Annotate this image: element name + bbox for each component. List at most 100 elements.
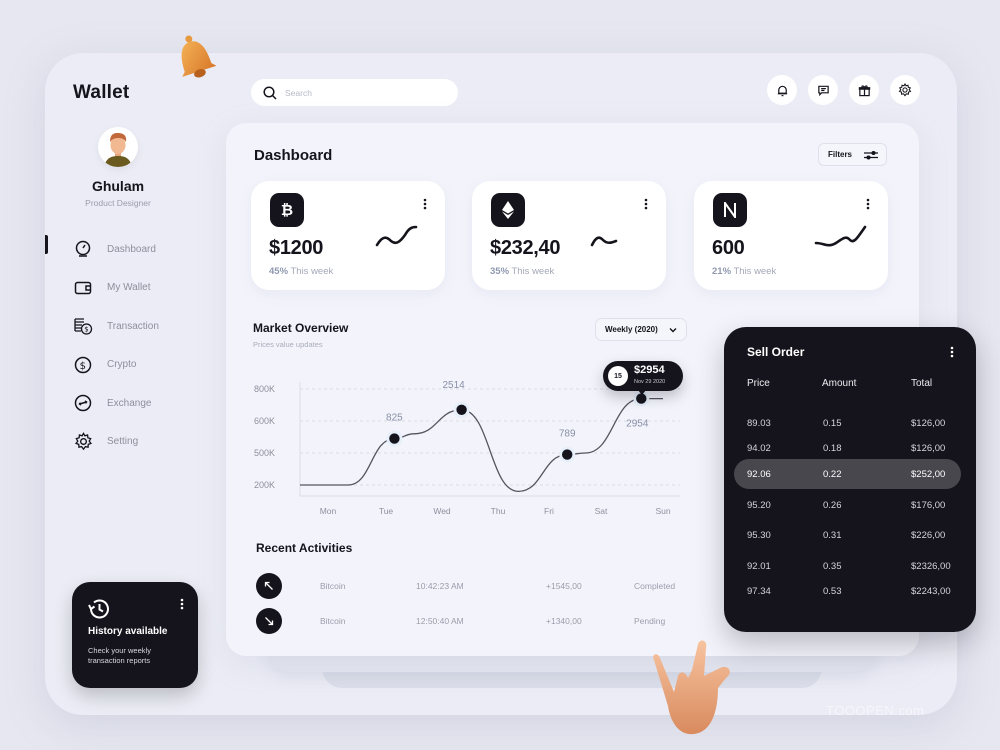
series-line [299, 397, 663, 493]
chevron-down-icon [669, 327, 677, 332]
coin-change: 45% This week [269, 266, 333, 277]
coin-change: 35% This week [490, 266, 554, 277]
sidebar-item-label: Transaction [107, 320, 159, 332]
x-tick-label: Fri [544, 506, 554, 516]
dollar-circle-icon: $ [73, 355, 93, 375]
tooltip-badge: 15 [608, 366, 628, 386]
messages-button[interactable] [808, 75, 838, 105]
activity-row[interactable]: Bitcoin 10:42:23 AM +1545,00 Completed [256, 573, 696, 599]
sidebar-item-dashboard[interactable]: Dashboard [45, 230, 230, 269]
sidebar-item-label: Dashboard [107, 243, 156, 255]
sell-order-row[interactable]: 97.34 0.53 $2243,00 [734, 576, 961, 606]
svg-text:$: $ [84, 326, 88, 334]
hand-3d-decoration-icon [653, 640, 730, 735]
more-options-icon[interactable] [950, 346, 954, 358]
sell-order-title: Sell Order [747, 345, 805, 359]
coin-value: $1200 [269, 237, 324, 259]
sidebar-item-label: Crypto [107, 359, 137, 371]
sell-order-row[interactable]: 95.30 0.31 $226,00 [734, 520, 961, 550]
activity-time: 10:42:23 AM [416, 581, 464, 591]
data-label: 789 [559, 429, 576, 440]
filters-button[interactable]: Filters [818, 143, 887, 166]
avatar[interactable] [98, 127, 138, 167]
column-header-amount: Amount [822, 378, 857, 389]
arrow-down-right-icon [256, 608, 282, 634]
period-select[interactable]: Weekly (2020) [595, 318, 687, 341]
svg-text:$: $ [80, 361, 86, 372]
market-overview-title: Market Overview [253, 321, 349, 335]
activity-amount: +1545,00 [546, 581, 582, 591]
x-tick-label: Tue [379, 506, 394, 516]
y-tick-label: 600K [254, 416, 275, 426]
coin-card-bitcoin[interactable]: ₿ $1200 45% This week [251, 181, 445, 290]
sell-order-amount: 0.18 [823, 442, 842, 454]
gear-icon [73, 432, 93, 452]
tooltip-value: $2954 [634, 364, 665, 376]
sidebar-item-label: My Wallet [107, 282, 151, 294]
history-card[interactable]: History available Check your weekly tran… [72, 582, 198, 688]
sell-order-total: $2326,00 [911, 560, 951, 572]
search-bar[interactable] [251, 79, 458, 106]
activity-row[interactable]: Bitcoin 12:50:40 AM +1340,00 Pending [256, 608, 696, 634]
app-title: Wallet [73, 82, 130, 103]
sidebar-item-exchange[interactable]: Exchange [45, 384, 230, 423]
y-tick-label: 200K [254, 480, 275, 490]
x-tick-label: Sat [595, 506, 608, 516]
coin-value: 600 [712, 237, 745, 259]
wallet-icon [73, 278, 93, 298]
sell-order-amount: 0.35 [823, 560, 842, 572]
sell-order-amount: 0.26 [823, 499, 842, 511]
history-icon [88, 599, 109, 619]
sidebar-item-my-wallet[interactable]: My Wallet [45, 269, 230, 308]
change-label: This week [733, 266, 777, 277]
sell-order-panel: Sell Order Price Amount Total 89.03 0.15 $… [724, 327, 976, 632]
coin-card-near[interactable]: 600 21% This week [694, 181, 888, 290]
settings-button[interactable] [890, 75, 920, 105]
data-point[interactable] [389, 433, 400, 444]
user-name: Ghulam [91, 178, 145, 194]
data-label: 2514 [442, 380, 465, 391]
more-options-icon[interactable] [644, 198, 648, 210]
sell-order-total: $126,00 [911, 442, 946, 454]
sell-order-total: $252,00 [911, 468, 946, 480]
more-options-icon[interactable] [423, 198, 427, 210]
user-role: Product Designer [85, 198, 151, 208]
sell-order-price: 95.20 [747, 499, 771, 511]
sell-order-total: $176,00 [911, 499, 946, 511]
sell-order-total: $226,00 [911, 529, 946, 541]
sidebar-item-crypto[interactable]: $ Crypto [45, 346, 230, 385]
gear-icon [898, 83, 912, 97]
notifications-button[interactable] [767, 75, 797, 105]
search-input[interactable] [285, 87, 435, 98]
sell-order-amount: 0.53 [823, 585, 842, 597]
speedometer-icon [73, 239, 93, 259]
column-header-price: Price [747, 378, 770, 389]
coin-change: 21% This week [712, 266, 776, 277]
activity-coin: Bitcoin [320, 616, 346, 626]
sell-order-row[interactable]: 92.06 0.22 $252,00 [734, 459, 961, 489]
sidebar-item-transaction[interactable]: $ Transaction [45, 307, 230, 346]
bell-icon [777, 85, 787, 96]
history-card-description: Check your weekly transaction reports [88, 646, 151, 665]
sidebar-item-setting[interactable]: Setting [45, 423, 230, 462]
activity-time: 12:50:40 AM [416, 616, 464, 626]
change-percent: 45% [269, 266, 289, 277]
tooltip-pointer [638, 390, 646, 395]
more-options-icon[interactable] [180, 598, 184, 610]
more-options-icon[interactable] [866, 198, 870, 210]
page-title: Dashboard [254, 147, 333, 164]
data-point[interactable] [456, 404, 467, 415]
sparkline-icon [814, 225, 867, 247]
data-label: 825 [386, 413, 403, 424]
exchange-icon [73, 393, 93, 413]
sell-order-row[interactable]: 95.20 0.26 $176,00 [734, 490, 961, 520]
sliders-icon [864, 150, 878, 160]
recent-activities-title: Recent Activities [256, 541, 353, 555]
x-tick-label: Wed [433, 506, 451, 516]
coin-card-ethereum[interactable]: $232,40 35% This week [472, 181, 666, 290]
sell-order-total: $126,00 [911, 417, 946, 429]
gifts-button[interactable] [849, 75, 879, 105]
sell-order-price: 95.30 [747, 529, 771, 541]
data-point[interactable] [562, 449, 573, 460]
filters-label: Filters [828, 150, 853, 159]
